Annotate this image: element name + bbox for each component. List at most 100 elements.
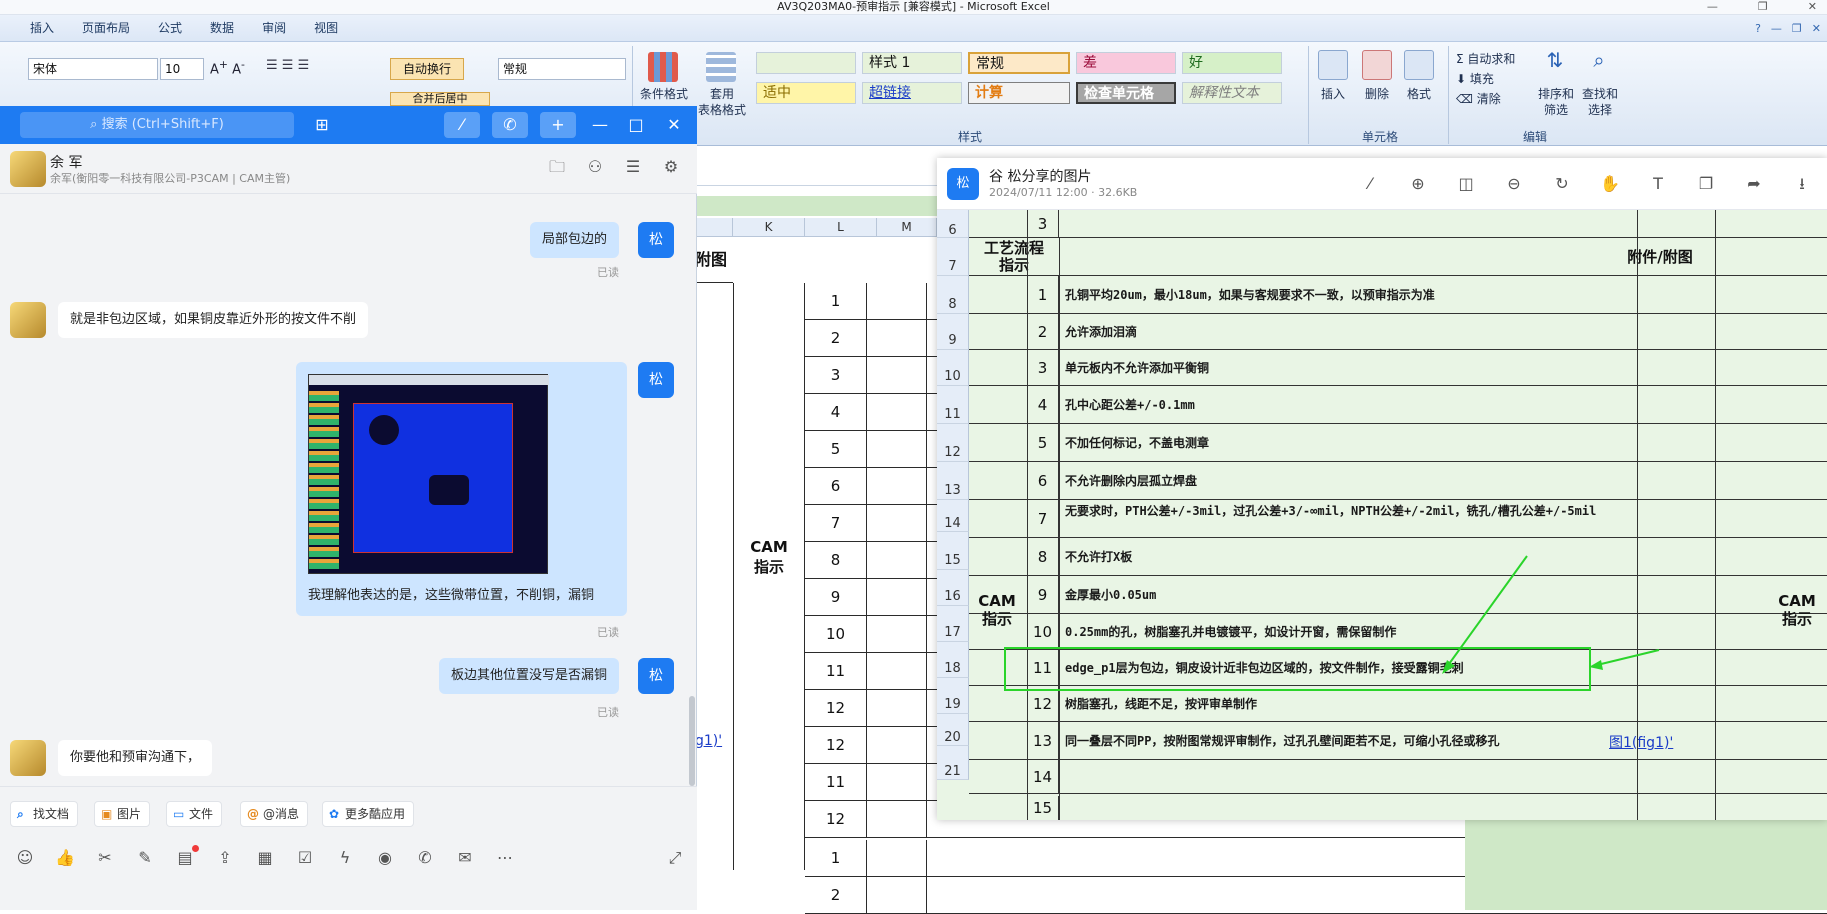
message-list[interactable]: 局部包边的 松 已读 就是非包边区域，如果铜皮靠近外形的按文件不削 我理解他表达… <box>0 194 689 786</box>
chat-search-input[interactable]: ⌕ 搜索 (Ctrl+Shift+F) <box>20 112 294 138</box>
ai-assistant-icon[interactable]: ⁄ <box>444 112 480 138</box>
expand-icon[interactable]: ⤢ <box>664 847 686 869</box>
restore-icon[interactable]: ❐ <box>1758 0 1768 15</box>
sheet-cell[interactable] <box>867 877 927 914</box>
autosum-button[interactable]: Σ 自动求和 <box>1456 50 1515 67</box>
tab-review[interactable]: 审阅 <box>248 15 300 42</box>
binoculars-icon[interactable]: ⌕ <box>1584 48 1614 78</box>
shared-image[interactable]: 6 7 8 9 10 11 12 13 14 15 16 17 18 19 20 21 3 工艺流程 指示 附件/… <box>937 210 1827 820</box>
ribbon-close-icon[interactable]: ✕ <box>1812 22 1821 35</box>
find-select-label[interactable]: 查找和 选择 <box>1572 86 1628 118</box>
sheet-cell[interactable] <box>867 840 927 877</box>
sheet-cell[interactable] <box>867 690 927 727</box>
row-index-cell[interactable]: 6 <box>805 468 867 505</box>
sheet-cell[interactable] <box>867 542 927 579</box>
hand-icon[interactable]: ✋ <box>1599 173 1621 195</box>
pen-icon[interactable]: ✎ <box>134 847 156 869</box>
scissors-icon[interactable]: ✂ <box>94 847 116 869</box>
find-doc-chip[interactable]: ⌕ 找文档 <box>10 801 79 827</box>
task-check-icon[interactable]: ☑ <box>294 847 316 869</box>
magic-wand-icon[interactable]: ⁄ <box>1359 173 1381 195</box>
mail-icon[interactable]: ✉ <box>454 847 476 869</box>
tab-insert[interactable]: 插入 <box>16 15 68 42</box>
lightning-icon[interactable]: ϟ <box>334 847 356 869</box>
style-s1[interactable]: 样式 1 <box>862 52 962 74</box>
style-check[interactable]: 检查单元格 <box>1076 82 1176 104</box>
add-member-icon[interactable]: ⚇ <box>584 156 606 178</box>
download-icon[interactable]: ⭳ <box>1791 173 1813 195</box>
thumbs-up-icon[interactable]: 👍 <box>54 847 76 869</box>
row-index-cell[interactable]: 1 <box>805 840 867 877</box>
style-hyperlink[interactable]: 超链接 <box>862 82 962 104</box>
row-index-cell[interactable]: 11 <box>805 653 867 690</box>
conditional-format-label[interactable]: 条件格式 <box>636 86 692 102</box>
sheet-cell[interactable] <box>867 468 927 505</box>
grow-font-icon[interactable]: A+ A- <box>210 58 256 80</box>
column-header-j[interactable] <box>695 218 733 237</box>
gear-icon[interactable]: ⚙ <box>660 156 682 178</box>
fill-button[interactable]: ⬇ 填充 <box>1456 70 1494 87</box>
sheet-cell[interactable] <box>867 616 927 653</box>
close-icon[interactable]: ✕ <box>1808 0 1817 15</box>
contact-avatar[interactable] <box>10 740 46 776</box>
row-index-cell[interactable]: 3 <box>805 357 867 394</box>
row-index-cell[interactable]: 2 <box>805 320 867 357</box>
sheet-cell[interactable] <box>867 727 927 764</box>
insert-cells-label[interactable]: 插入 <box>1310 86 1356 102</box>
font-name-select[interactable]: 宋体 <box>28 58 158 80</box>
column-header-l[interactable]: L <box>805 218 877 237</box>
add-icon[interactable]: + <box>540 112 576 138</box>
upload-icon[interactable]: ⇪ <box>214 847 236 869</box>
sheet-cell[interactable] <box>867 579 927 616</box>
row-index-cell[interactable]: 1 <box>805 283 867 320</box>
sheet-cell[interactable] <box>867 801 927 838</box>
more-icon[interactable]: ⋯ <box>494 847 516 869</box>
table-format-icon[interactable] <box>706 52 736 82</box>
rotate-icon[interactable]: ↻ <box>1551 173 1573 195</box>
apps-grid-icon[interactable]: ⊞ <box>304 112 340 138</box>
close-icon[interactable]: ✕ <box>656 112 692 138</box>
copy-icon[interactable]: ❐ <box>1695 173 1717 195</box>
wrap-text-button[interactable]: 自动换行 <box>390 58 464 80</box>
format-cells-label[interactable]: 格式 <box>1396 86 1442 102</box>
sort-filter-icon[interactable]: ⇅ <box>1540 48 1570 78</box>
column-header-k[interactable]: K <box>733 218 805 237</box>
sheet-cell[interactable] <box>867 505 927 542</box>
tab-data[interactable]: 数据 <box>196 15 248 42</box>
minimize-icon[interactable]: — <box>582 112 618 138</box>
my-avatar[interactable]: 松 <box>638 222 674 258</box>
help-icon[interactable]: ? <box>1755 22 1761 35</box>
emoji-icon[interactable]: ☺ <box>14 847 36 869</box>
sheet-cell[interactable] <box>867 653 927 690</box>
sheet-cell[interactable] <box>867 283 927 320</box>
ocr-text-icon[interactable]: T <box>1647 173 1669 195</box>
format-cells-icon[interactable] <box>1404 50 1434 80</box>
style-normal[interactable]: 常规 <box>968 52 1070 74</box>
sheet-cell[interactable] <box>867 357 927 394</box>
row-index-cell[interactable]: 5 <box>805 431 867 468</box>
search-history-icon[interactable]: ☰ <box>622 156 644 178</box>
actual-size-icon[interactable]: ◫ <box>1455 173 1477 195</box>
row-index-cell[interactable]: 2 <box>805 877 867 914</box>
sheet-cell[interactable] <box>867 394 927 431</box>
number-format-select[interactable]: 常规 <box>498 58 626 80</box>
phone-icon[interactable]: ✆ <box>492 112 528 138</box>
align-icons[interactable]: ☰ ☰ ☰ <box>266 58 336 80</box>
file-chip[interactable]: ▭ 文件 <box>166 801 223 827</box>
style-calc[interactable]: 计算 <box>968 82 1070 104</box>
conditional-format-icon[interactable] <box>648 52 678 82</box>
folder-icon[interactable]: 🗀 <box>546 156 568 178</box>
delete-cells-label[interactable]: 删除 <box>1354 86 1400 102</box>
phone-icon[interactable]: ✆ <box>414 847 436 869</box>
my-avatar[interactable]: 松 <box>638 658 674 694</box>
ribbon-restore-icon[interactable]: ❐ <box>1792 22 1802 35</box>
my-avatar[interactable]: 松 <box>638 362 674 398</box>
more-apps-chip[interactable]: ✿ 更多酷应用 <box>322 801 415 827</box>
share-icon[interactable]: ➦ <box>1743 173 1765 195</box>
row-index-cell[interactable]: 10 <box>805 616 867 653</box>
row-index-cell[interactable]: 9 <box>805 579 867 616</box>
pcb-image-thumbnail[interactable] <box>308 374 549 574</box>
row-index-cell[interactable]: 12 <box>805 801 867 838</box>
maximize-icon[interactable]: □ <box>618 112 654 138</box>
image-chip[interactable]: ▣ 图片 <box>94 801 151 827</box>
